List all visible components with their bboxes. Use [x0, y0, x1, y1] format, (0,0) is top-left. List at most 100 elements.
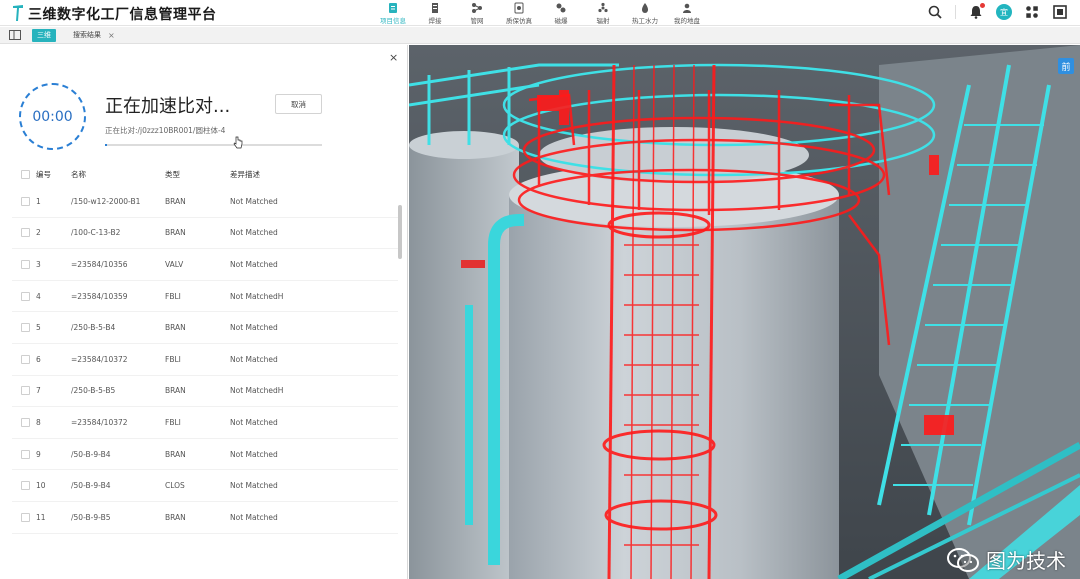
cell-no: 4 [36, 291, 41, 301]
results-table: 编号 名称 类型 差异描述 1/150-w12-2000-B1 BRAN Not M… [12, 162, 398, 534]
table-row[interactable]: 6 =23584/10372 FBLI Not Matched [12, 344, 398, 376]
cell-type: CLOS [165, 481, 185, 491]
select-all-checkbox[interactable] [21, 169, 30, 179]
radiation-icon [598, 2, 608, 13]
panel-close-icon[interactable]: × [389, 51, 398, 64]
search-icon [928, 5, 942, 19]
progress-fill [105, 144, 108, 146]
fullscreen-button[interactable] [1052, 4, 1068, 20]
view-orientation-badge[interactable]: 前 [1058, 58, 1074, 74]
thermal-hydraulics-icon [642, 3, 648, 13]
row-checkbox[interactable] [21, 228, 30, 238]
table-row[interactable]: 3 =23584/10356 VALV Not Matched [12, 249, 398, 281]
nav-item-thermal-hydraulics[interactable]: 热工水力 [624, 0, 666, 26]
row-checkbox[interactable] [21, 449, 30, 459]
cell-diff: Not Matched [230, 196, 278, 206]
row-checkbox[interactable] [21, 291, 30, 301]
timer-text: 00:00 [32, 108, 73, 125]
nav-item-user-space[interactable]: 我的地盘 [666, 0, 708, 26]
nav-item-simulation[interactable]: 质保仿真 [498, 0, 540, 26]
nav-item-weld[interactable]: 焊接 [414, 0, 456, 26]
cell-diff: Not Matched [230, 417, 278, 427]
notification-dot [980, 3, 985, 8]
user-avatar[interactable]: 宜 [996, 4, 1012, 20]
row-checkbox[interactable] [21, 259, 30, 269]
header-diff: 差异描述 [230, 169, 260, 179]
row-checkbox[interactable] [21, 386, 30, 396]
fullscreen-icon [1053, 5, 1067, 19]
header-name: 名称 [71, 169, 86, 179]
row-checkbox[interactable] [21, 323, 30, 333]
table-row[interactable]: 1/150-w12-2000-B1 BRAN Not Matched [12, 186, 398, 218]
tab-close-icon[interactable]: × [108, 29, 115, 42]
table-row[interactable]: 5/250-B-5-B4 BRAN Not Matched [12, 312, 398, 344]
cell-diff: Not MatchedH [230, 386, 284, 396]
cell-no: 6 [36, 354, 41, 364]
header-type: 类型 [165, 169, 180, 179]
nav-item-blast[interactable]: 磁爆 [540, 0, 582, 26]
notifications-button[interactable] [968, 3, 985, 20]
cell-name: /50-B-9-B5 [71, 512, 111, 522]
cell-no: 9 [36, 449, 41, 459]
cell-diff: Not Matched [230, 449, 278, 459]
table-row[interactable]: 10/50-B-9-B4 CLOS Not Matched [12, 470, 398, 502]
cell-no: 8 [36, 417, 41, 427]
tab-strip: 三维 搜索结果 × [0, 27, 1080, 44]
cell-no: 2 [36, 228, 41, 238]
table-row[interactable]: 8 =23584/10372 FBLI Not Matched [12, 407, 398, 439]
cell-name: /50-B-9-B4 [71, 449, 111, 459]
nav-label: 热工水力 [632, 17, 658, 25]
panel-toggle-icon[interactable] [9, 30, 21, 41]
search-button[interactable] [927, 4, 943, 20]
table-row[interactable]: 4 =23584/10359 FBLI Not MatchedH [12, 281, 398, 313]
row-checkbox[interactable] [21, 417, 30, 427]
nav-label: 质保仿真 [506, 17, 532, 25]
row-checkbox[interactable] [21, 354, 30, 364]
tab-3d[interactable]: 三维 [32, 29, 56, 42]
cell-diff: Not Matched [230, 228, 278, 238]
cell-type: BRAN [165, 323, 186, 333]
nav-label: 我的地盘 [674, 17, 700, 25]
user-space-icon [683, 3, 691, 13]
table-row[interactable]: 2/100-C-13-B2 BRAN Not Matched [12, 218, 398, 250]
row-checkbox[interactable] [21, 512, 30, 522]
table-header: 编号 名称 类型 差异描述 [12, 162, 398, 186]
cell-type: BRAN [165, 386, 186, 396]
tab-search-results[interactable]: 搜索结果 [68, 29, 106, 42]
apps-button[interactable] [1024, 4, 1040, 20]
nav-item-project-info[interactable]: 项目信息 [372, 0, 414, 26]
cell-type: FBLI [165, 417, 181, 427]
mouse-cursor-icon [233, 136, 243, 149]
app-title: 三维数字化工厂信息管理平台 [28, 7, 217, 23]
3d-viewport[interactable]: 前 图为技术 [409, 45, 1080, 579]
simulation-icon [514, 2, 524, 14]
cell-diff: Not Matched [230, 323, 278, 333]
cell-no: 5 [36, 323, 41, 333]
progress-bar [105, 144, 322, 146]
cell-no: 7 [36, 386, 41, 396]
table-body: 1/150-w12-2000-B1 BRAN Not Matched 2/100-C-… [12, 186, 398, 534]
table-row[interactable]: 7/250-B-5-B5 BRAN Not MatchedH [12, 376, 398, 408]
nav-item-radiation[interactable]: 辐射 [582, 0, 624, 26]
table-row[interactable]: 9/50-B-9-B4 BRAN Not Matched [12, 439, 398, 471]
cell-no: 3 [36, 259, 41, 269]
row-checkbox[interactable] [21, 481, 30, 491]
nav-label: 项目信息 [380, 17, 406, 25]
table-row[interactable]: 11/50-B-9-B5 BRAN Not Matched [12, 502, 398, 534]
weld-icon [432, 3, 438, 13]
cell-diff: Not Matched [230, 481, 278, 491]
cell-type: FBLI [165, 354, 181, 364]
divider [955, 5, 956, 19]
cancel-button[interactable]: 取消 [275, 94, 322, 114]
row-checkbox[interactable] [21, 196, 30, 206]
cell-name: =23584/10359 [71, 291, 128, 301]
app-logo-icon [13, 5, 23, 21]
table-scrollbar[interactable] [398, 205, 402, 259]
main-nav: 项目信息 焊接 管网 质保仿真 磁爆 辐射 热工水力 我的地盘 [372, 0, 708, 26]
nav-label: 磁爆 [554, 17, 568, 25]
cell-no: 1 [36, 196, 41, 206]
cell-name: /250-B-5-B5 [71, 386, 116, 396]
cell-name: =23584/10372 [71, 417, 128, 427]
nav-item-pipe-network[interactable]: 管网 [456, 0, 498, 26]
wechat-icon [947, 547, 979, 572]
